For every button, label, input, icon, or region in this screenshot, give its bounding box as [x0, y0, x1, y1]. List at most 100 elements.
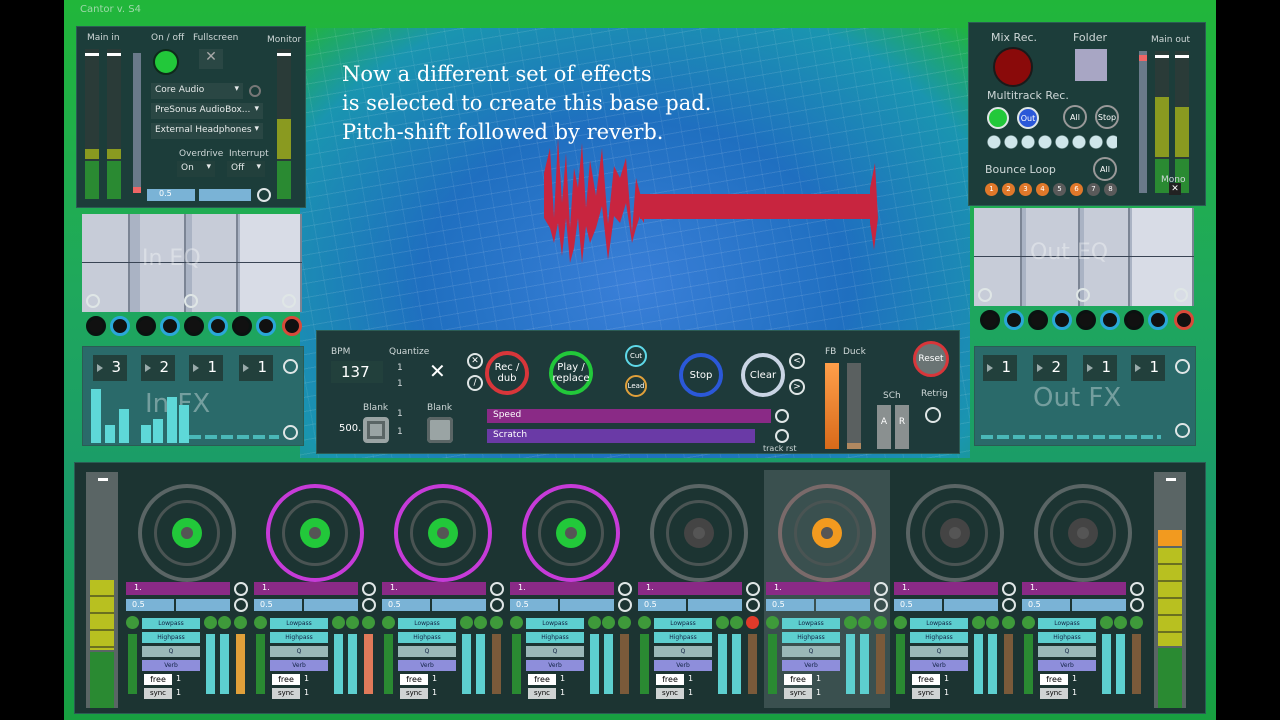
- in-eq-graph[interactable]: In EQ: [82, 214, 302, 312]
- loop-length-2[interactable]: 1: [432, 688, 452, 699]
- loop-length-1[interactable]: 1: [688, 674, 708, 685]
- loop-play-button[interactable]: [428, 518, 458, 548]
- send-dot-1[interactable]: [332, 616, 345, 629]
- pitch-slider[interactable]: 1.: [382, 582, 486, 595]
- send-fader-1[interactable]: [1102, 634, 1111, 694]
- next-button[interactable]: >: [789, 379, 805, 395]
- in-eq-knob-5[interactable]: [184, 316, 204, 336]
- sync-button[interactable]: sync: [784, 688, 812, 699]
- out-eq-knob-5[interactable]: [1076, 310, 1096, 330]
- volume-reset-button[interactable]: [490, 598, 504, 612]
- loop-play-button[interactable]: [172, 518, 202, 548]
- track-meter[interactable]: [768, 634, 777, 694]
- quantize-1[interactable]: 1: [397, 363, 403, 373]
- send-dot-3[interactable]: [1002, 616, 1015, 629]
- mixer-output-meter[interactable]: [1154, 472, 1186, 708]
- send-fader-2[interactable]: [348, 634, 357, 694]
- loop-play-button[interactable]: [684, 518, 714, 548]
- bpm-field[interactable]: 137: [331, 361, 383, 383]
- blank-button-2[interactable]: [427, 417, 453, 443]
- out-fx-toggle-2[interactable]: [1175, 423, 1190, 438]
- lowpass-slider[interactable]: Lowpass: [270, 618, 328, 629]
- send-fader-1[interactable]: [590, 634, 599, 694]
- verb-slider[interactable]: Verb: [398, 660, 456, 671]
- gain-reset-button[interactable]: [257, 188, 271, 202]
- track-meter[interactable]: [1024, 634, 1033, 694]
- out-eq-knob-1[interactable]: [980, 310, 1000, 330]
- duck-slider[interactable]: [847, 363, 861, 449]
- bounce-6[interactable]: 6: [1070, 183, 1083, 196]
- lowpass-slider[interactable]: Lowpass: [398, 618, 456, 629]
- verb-slider[interactable]: Verb: [142, 660, 200, 671]
- volume-reset-button[interactable]: [746, 598, 760, 612]
- out-fx-slot-2[interactable]: 2: [1033, 355, 1067, 381]
- loop-play-button[interactable]: [812, 518, 842, 548]
- lowpass-slider[interactable]: Lowpass: [782, 618, 840, 629]
- pan-slider[interactable]: [1072, 599, 1126, 611]
- pitch-slider[interactable]: 1.: [126, 582, 230, 595]
- loop-length-2[interactable]: 1: [816, 688, 836, 699]
- send-dot-2[interactable]: [986, 616, 999, 629]
- main-out-meter-left[interactable]: [1155, 51, 1169, 193]
- in-fx-slot-1[interactable]: 3: [93, 355, 127, 381]
- volume-reset-button[interactable]: [874, 598, 888, 612]
- retrig-toggle[interactable]: [925, 407, 941, 423]
- verb-slider[interactable]: Verb: [526, 660, 584, 671]
- scratch-slider[interactable]: Scratch: [487, 429, 755, 443]
- out-eq-knob-3[interactable]: [1028, 310, 1048, 330]
- loop-length-1[interactable]: 1: [944, 674, 964, 685]
- free-button[interactable]: free: [656, 674, 684, 685]
- q-slider[interactable]: Q: [782, 646, 840, 657]
- loop-length-2[interactable]: 1: [304, 688, 324, 699]
- track-fader[interactable]: [492, 634, 501, 694]
- send-fader-2[interactable]: [604, 634, 613, 694]
- multitrack-out-button[interactable]: Out: [1017, 107, 1039, 129]
- lowpass-slider[interactable]: Lowpass: [526, 618, 584, 629]
- loop-length-2[interactable]: 1: [688, 688, 708, 699]
- out-fx-slot-3[interactable]: 1: [1083, 355, 1117, 381]
- bounce-8[interactable]: 8: [1104, 183, 1117, 196]
- loop-length-2[interactable]: 1: [176, 688, 196, 699]
- folder-button[interactable]: [1075, 49, 1107, 81]
- loop-length-1[interactable]: 1: [560, 674, 580, 685]
- stop-button[interactable]: Stop: [679, 353, 723, 397]
- main-out-slider[interactable]: [1139, 51, 1147, 193]
- q-slider[interactable]: Q: [142, 646, 200, 657]
- volume-slider[interactable]: 0.5: [1022, 599, 1070, 611]
- mute-dot[interactable]: [254, 616, 267, 629]
- multitrack-all-button[interactable]: All: [1063, 105, 1087, 129]
- highpass-slider[interactable]: Highpass: [398, 632, 456, 643]
- overdrive-dropdown[interactable]: On: [177, 161, 215, 177]
- send-dot-1[interactable]: [972, 616, 985, 629]
- bounce-1[interactable]: 1: [985, 183, 998, 196]
- lowpass-slider[interactable]: Lowpass: [654, 618, 712, 629]
- send-dot-3[interactable]: [362, 616, 375, 629]
- bounce-2[interactable]: 2: [1002, 183, 1015, 196]
- send-fader-1[interactable]: [846, 634, 855, 694]
- bounce-all-button[interactable]: All: [1093, 157, 1117, 181]
- loop-length-1[interactable]: 1: [432, 674, 452, 685]
- pitch-reset-button[interactable]: [746, 582, 760, 596]
- send-fader-2[interactable]: [220, 634, 229, 694]
- volume-reset-button[interactable]: [618, 598, 632, 612]
- loop-length-2[interactable]: 1: [560, 688, 580, 699]
- bounce-4[interactable]: 4: [1036, 183, 1049, 196]
- track-fader[interactable]: [1132, 634, 1141, 694]
- free-button[interactable]: free: [528, 674, 556, 685]
- in-eq-knob-7[interactable]: [232, 316, 252, 336]
- track-meter[interactable]: [256, 634, 265, 694]
- in-eq-knob-8[interactable]: [256, 316, 276, 336]
- in-eq-knob-2[interactable]: [110, 316, 130, 336]
- out-fx-toggle-1[interactable]: [1175, 359, 1190, 374]
- pitch-slider[interactable]: 1.: [638, 582, 742, 595]
- track-fader[interactable]: [1004, 634, 1013, 694]
- send-fader-2[interactable]: [988, 634, 997, 694]
- pan-slider[interactable]: [304, 599, 358, 611]
- out-fx-slot-1[interactable]: 1: [983, 355, 1017, 381]
- free-button[interactable]: free: [400, 674, 428, 685]
- in-fx-toggle-1[interactable]: [283, 359, 298, 374]
- out-eq-band-handle-1[interactable]: [978, 288, 992, 302]
- in-eq-knob-4[interactable]: [160, 316, 180, 336]
- volume-reset-button[interactable]: [234, 598, 248, 612]
- send-fader-2[interactable]: [476, 634, 485, 694]
